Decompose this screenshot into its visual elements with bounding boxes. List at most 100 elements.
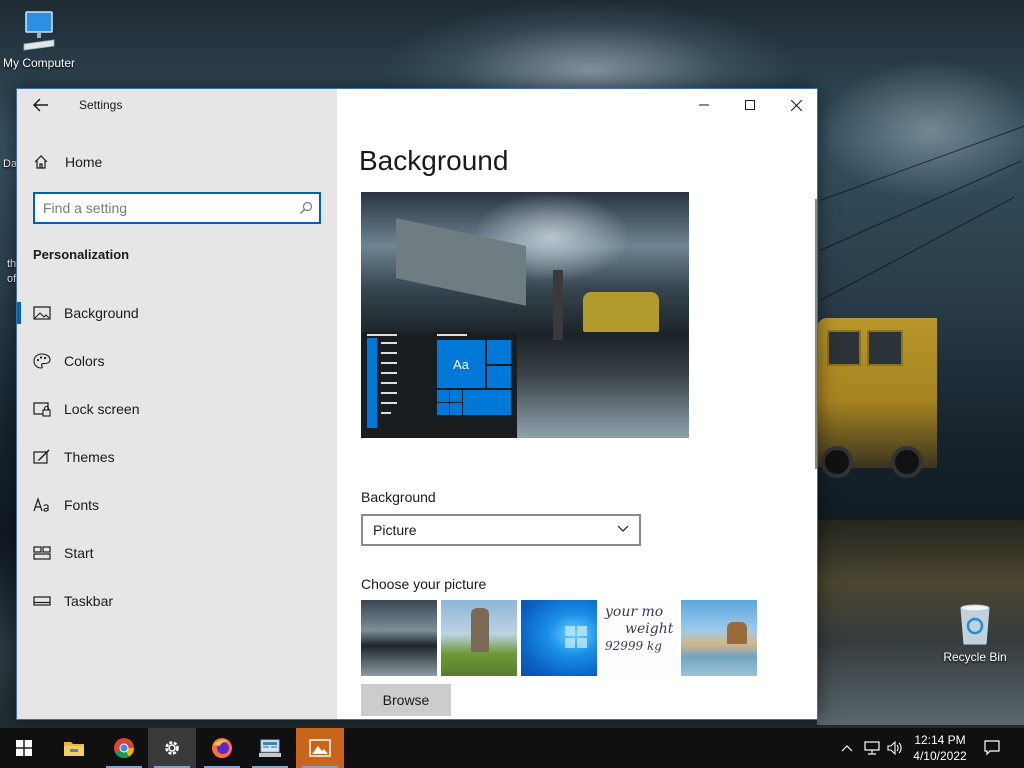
- dropdown-value: Picture: [373, 522, 417, 538]
- nav-item-lock-screen[interactable]: Lock screen: [17, 385, 337, 433]
- nav-home-label: Home: [65, 154, 103, 170]
- preview-start-menu: Aa: [361, 332, 517, 438]
- tray-network[interactable]: [860, 728, 884, 768]
- settings-window: Settings Home Personalization: [16, 88, 818, 720]
- back-arrow-icon: [33, 98, 48, 112]
- start-button[interactable]: [0, 728, 48, 768]
- wallpaper-van: [817, 318, 937, 478]
- handwriting-line: weight: [625, 621, 674, 637]
- nav-item-label: Themes: [64, 449, 115, 465]
- minimize-icon: [699, 104, 709, 106]
- back-button[interactable]: [29, 95, 53, 115]
- preview-tile: Aa: [437, 340, 485, 388]
- desktop-label-fragment: Da: [3, 158, 18, 170]
- chevron-up-icon: [841, 745, 853, 752]
- page-title: Background: [359, 145, 509, 176]
- nav-item-label: Start: [64, 545, 94, 561]
- lock-screen-icon: [33, 402, 51, 417]
- handwriting-line: your mo: [605, 604, 664, 620]
- search-icon[interactable]: [299, 201, 313, 215]
- firefox-icon: [212, 738, 232, 758]
- windows-start-icon: [16, 740, 32, 756]
- start-icon: [33, 546, 51, 560]
- picture-thumb-5[interactable]: [681, 600, 757, 676]
- maximize-button[interactable]: [727, 89, 773, 121]
- nav-item-background[interactable]: Background: [17, 289, 337, 337]
- nav-item-label: Fonts: [64, 497, 100, 513]
- home-icon: [34, 155, 48, 169]
- picture-icon: [33, 306, 51, 320]
- window-title: Settings: [79, 98, 123, 112]
- windows-logo-icon: [565, 626, 587, 648]
- computer-icon: [23, 11, 55, 51]
- tray-notifications[interactable]: [980, 728, 1004, 768]
- desktop-icon-my-computer[interactable]: My Computer: [0, 10, 78, 70]
- nav-item-label: Lock screen: [64, 401, 140, 417]
- picture-thumb-3[interactable]: [521, 600, 597, 676]
- desktop-icon-label: Recycle Bin: [943, 650, 1007, 664]
- nav-item-label: Colors: [64, 353, 105, 369]
- browse-button[interactable]: Browse: [361, 684, 451, 716]
- choose-picture-label: Choose your picture: [361, 576, 487, 592]
- picture-thumb-1[interactable]: [361, 600, 437, 676]
- thumb-handwriting: your mo weight 92999 kg: [605, 604, 673, 655]
- caption-buttons: [681, 89, 817, 121]
- minimize-button[interactable]: [681, 89, 727, 121]
- nav-item-colors[interactable]: Colors: [17, 337, 337, 385]
- search-input[interactable]: [43, 199, 288, 217]
- nav-item-themes[interactable]: Themes: [17, 433, 337, 481]
- clock-time: 12:14 PM: [914, 733, 966, 747]
- taskbar-icon: [33, 596, 51, 606]
- taskbar-settings[interactable]: [148, 728, 196, 768]
- notification-icon: [984, 740, 1000, 756]
- background-type-dropdown[interactable]: Picture: [361, 514, 641, 546]
- tray-show-hidden[interactable]: [836, 728, 858, 768]
- settings-icon: [165, 741, 179, 755]
- file-explorer-icon: [64, 742, 84, 756]
- clock-date: 4/10/2022: [913, 749, 967, 763]
- nav-item-label: Taskbar: [64, 593, 114, 609]
- picture-thumb-4[interactable]: your mo weight 92999 kg: [601, 600, 677, 676]
- tray-volume[interactable]: [884, 728, 906, 768]
- desktop-icon-recycle-bin[interactable]: Recycle Bin: [938, 602, 1012, 664]
- volume-icon: [887, 741, 902, 755]
- taskbar-file-explorer[interactable]: [50, 728, 98, 768]
- background-type-label: Background: [361, 489, 436, 505]
- palette-icon: [33, 353, 51, 369]
- taskbar-clock[interactable]: 12:14 PM 4/10/2022: [906, 732, 974, 764]
- nav-item-taskbar[interactable]: Taskbar: [17, 577, 337, 625]
- themes-icon: [33, 449, 50, 464]
- title-bar[interactable]: Settings: [17, 89, 337, 121]
- preview-tower: [553, 270, 563, 340]
- nav-item-start[interactable]: Start: [17, 529, 337, 577]
- close-button[interactable]: [773, 89, 817, 121]
- wallpaper-power-line: [819, 196, 1015, 301]
- fonts-icon: [33, 497, 49, 512]
- wallpaper-sky-glow-right: [820, 60, 1024, 200]
- maximize-icon: [745, 100, 755, 110]
- photos-icon: [309, 739, 331, 757]
- nav-section-title: Personalization: [33, 247, 130, 262]
- taskbar-chrome[interactable]: [100, 728, 148, 768]
- background-preview: Aa: [361, 192, 689, 438]
- picture-thumb-2[interactable]: [441, 600, 517, 676]
- desktop-label-fragment: th: [7, 258, 17, 270]
- taskbar: 12:14 PM 4/10/2022: [0, 728, 1024, 768]
- settings-content-pane: Background Aa Background Picture Choose …: [337, 89, 817, 719]
- handwriting-line: 92999 kg: [605, 639, 662, 653]
- thumb-rock: [727, 622, 747, 644]
- nav-item-label: Background: [64, 305, 139, 321]
- preview-van: [583, 292, 659, 332]
- content-scrollbar[interactable]: [815, 199, 817, 469]
- network-icon: [864, 741, 880, 755]
- taskbar-photos[interactable]: [296, 728, 344, 768]
- taskbar-control-panel[interactable]: [246, 728, 294, 768]
- nav-home[interactable]: Home: [17, 145, 337, 179]
- settings-nav-pane: Settings Home Personalization: [17, 89, 337, 719]
- chrome-icon: [114, 738, 135, 759]
- taskbar-firefox[interactable]: [198, 728, 246, 768]
- nav-list: Background Colors Lock screen Themes Fon…: [17, 289, 337, 625]
- search-box[interactable]: [33, 192, 321, 224]
- nav-item-fonts[interactable]: Fonts: [17, 481, 337, 529]
- control-panel-icon: [259, 739, 281, 757]
